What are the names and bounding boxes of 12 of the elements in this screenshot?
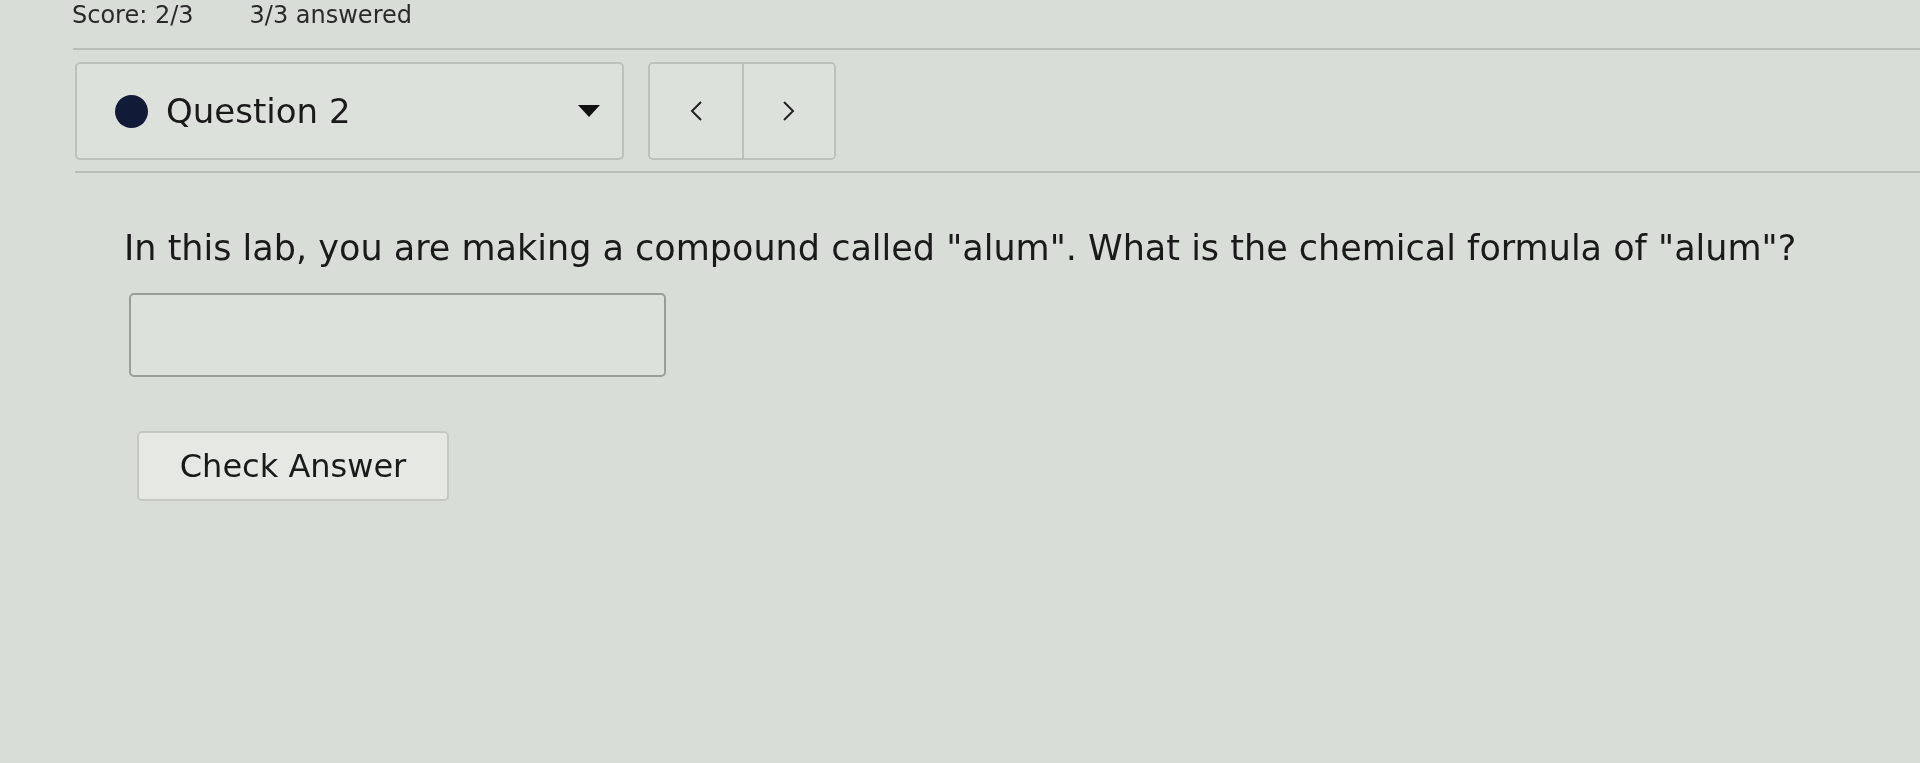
progress-text: 3/3 answered — [249, 0, 412, 30]
previous-button[interactable] — [650, 64, 742, 158]
status-dot-icon — [115, 94, 148, 128]
question-text: In this lab, you are making a compound called "alum". What is the chemical formula of "alum"? — [124, 227, 1797, 270]
caret-icon — [578, 105, 600, 117]
check-answer-button[interactable]: Check Answer — [137, 431, 449, 501]
answer-field[interactable] — [129, 293, 666, 377]
chevron-left-icon — [690, 101, 702, 121]
next-button[interactable] — [742, 64, 834, 158]
question-dropdown[interactable]: Question 2 — [75, 62, 624, 160]
score-text: Score: 2/3 — [72, 0, 194, 30]
chevron-right-icon — [783, 101, 795, 121]
